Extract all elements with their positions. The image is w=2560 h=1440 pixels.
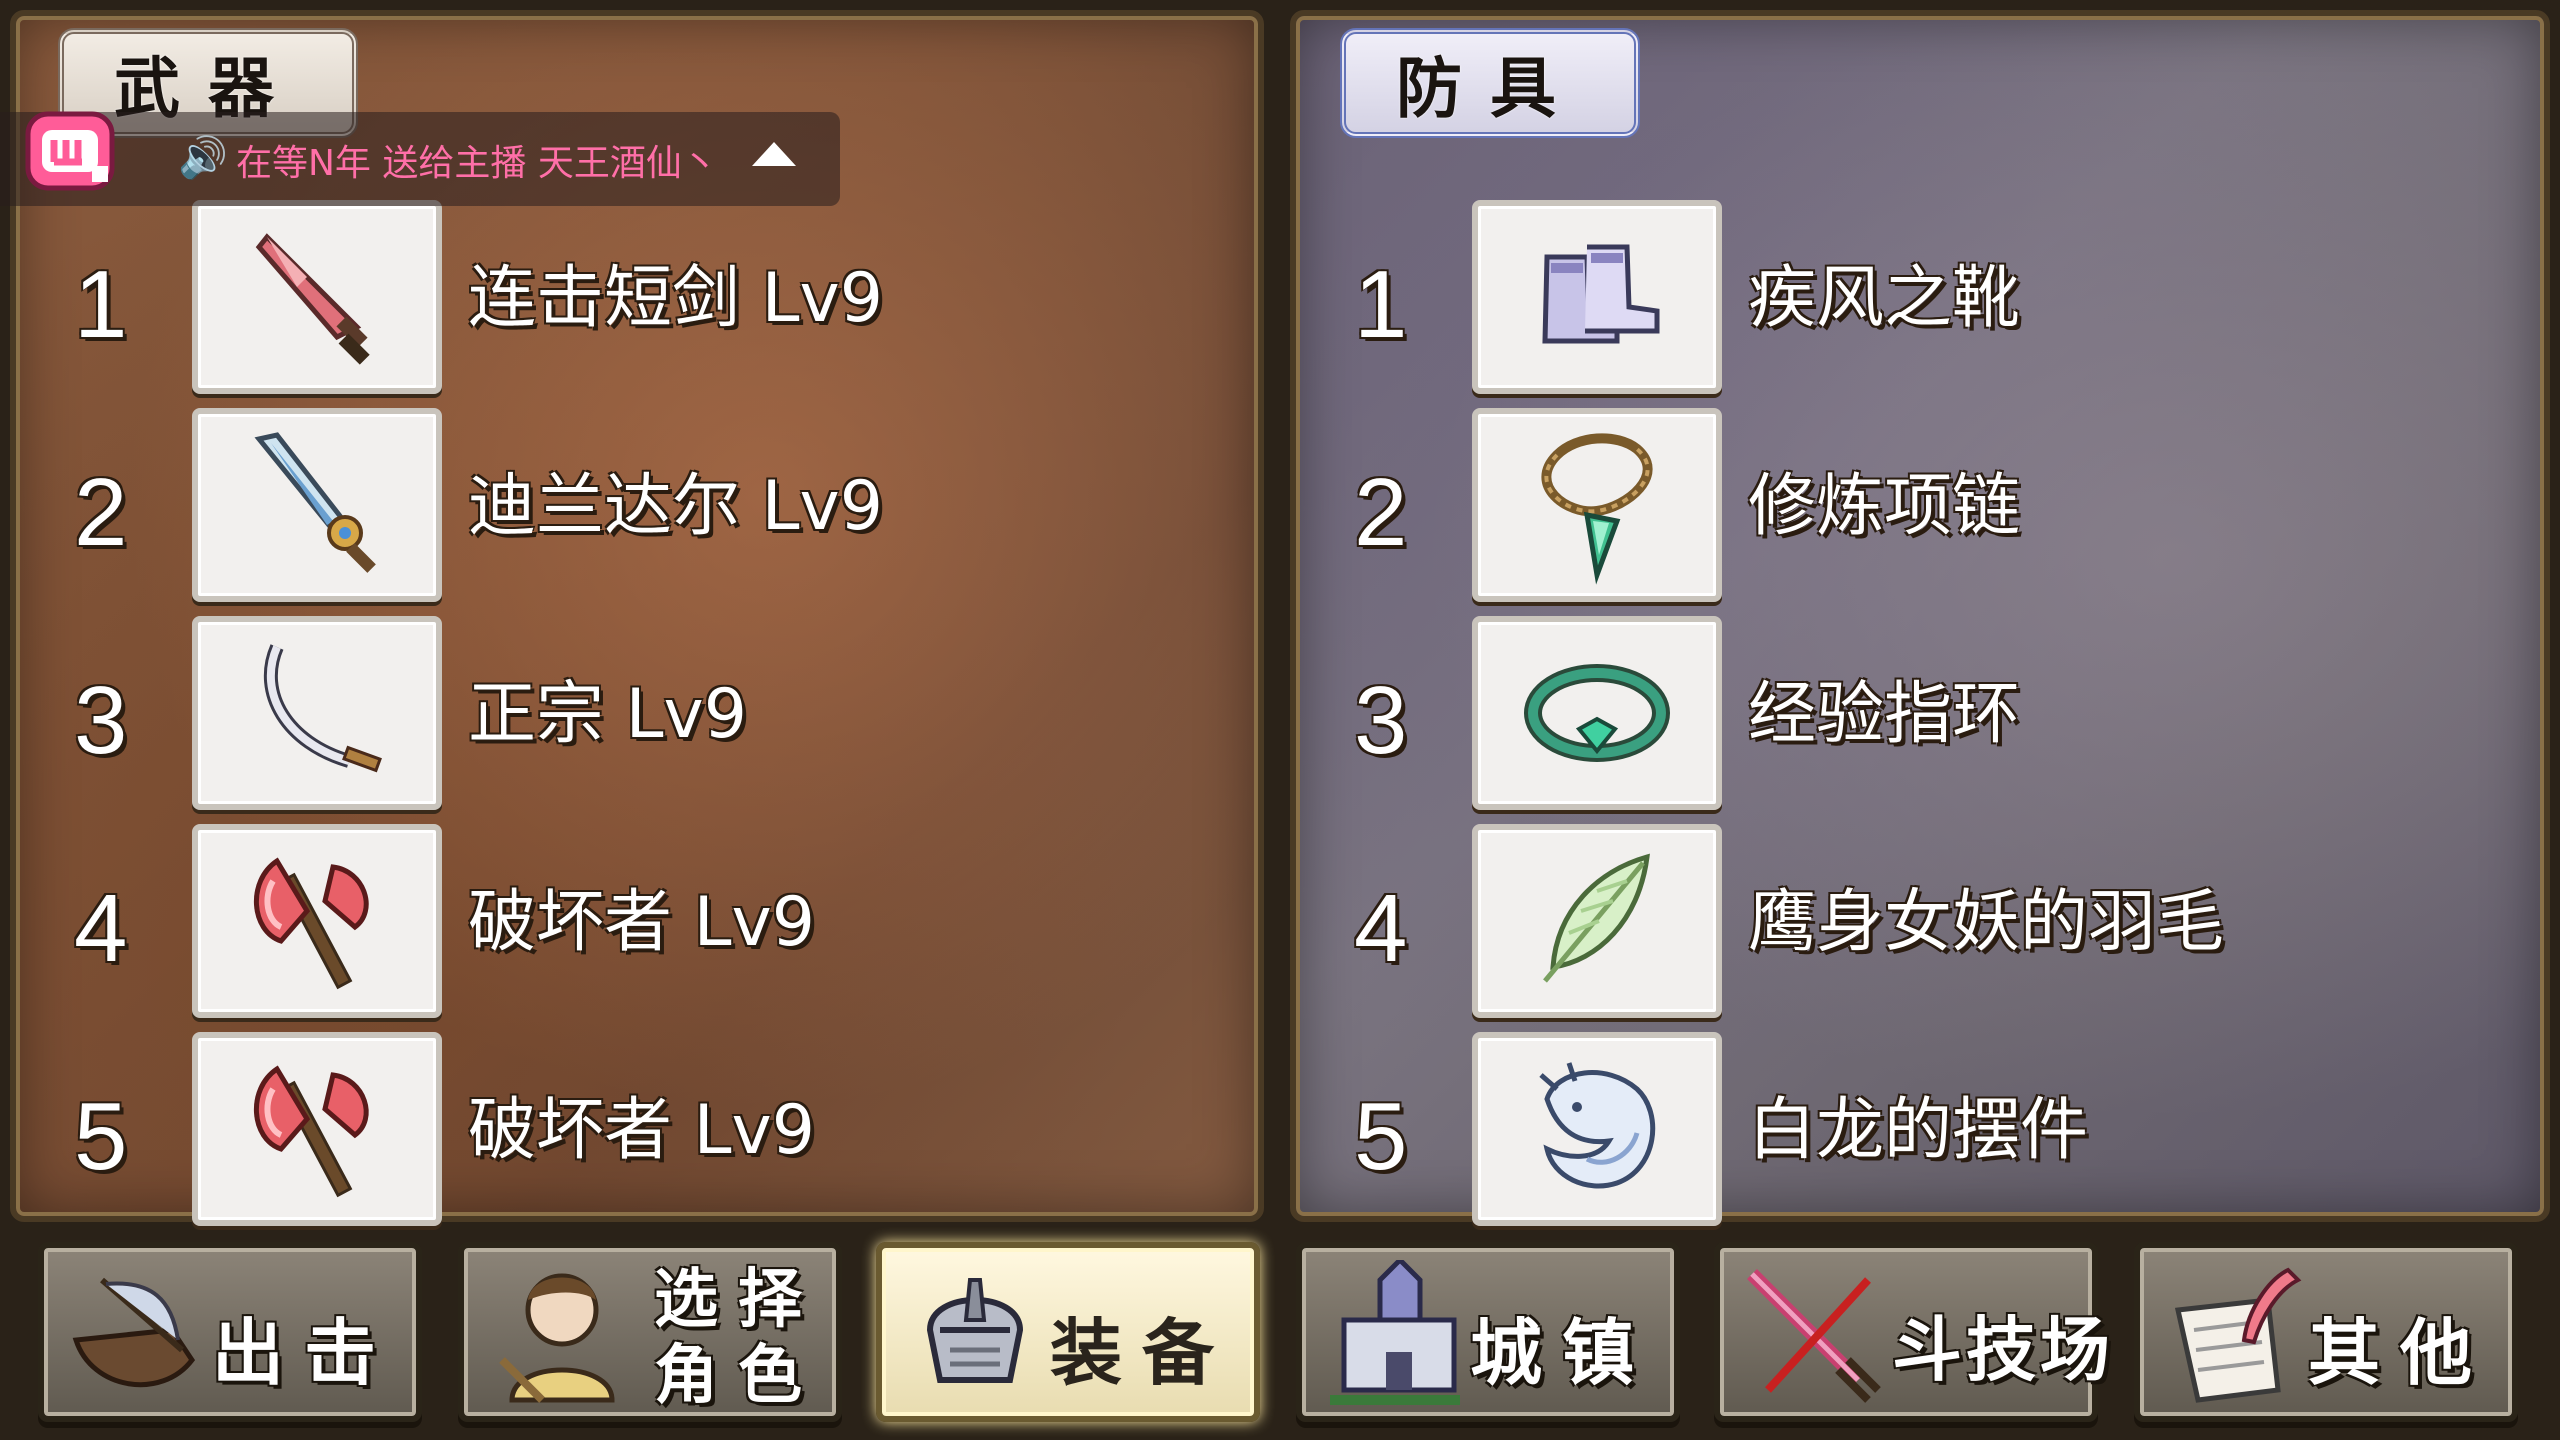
character-icon xyxy=(499,1273,615,1403)
item-name: 破坏者 Lv9 xyxy=(468,883,816,962)
collapse-arrow-icon[interactable] xyxy=(752,142,796,166)
gift-notice-bar: 🔊 在等N年 送给主播 天王酒仙丶 xyxy=(0,111,840,206)
item-slot[interactable] xyxy=(192,200,442,394)
armor-row-3[interactable]: 3 经验指环 xyxy=(1340,616,2490,816)
ship-icon xyxy=(72,1277,196,1388)
armor-helmet-icon xyxy=(926,1278,1024,1383)
item-name: 白龙的摆件 xyxy=(1748,1091,2089,1170)
ring-icon xyxy=(1524,664,1670,762)
rank-number: 2 xyxy=(74,459,128,566)
item-name: 经验指环 xyxy=(1748,675,2021,754)
weapon-row-5[interactable]: 5 破坏者 Lv9 xyxy=(60,1032,1210,1232)
item-slot[interactable] xyxy=(1472,200,1722,394)
weapon-row-4[interactable]: 4 破坏者 Lv9 xyxy=(60,824,1210,1024)
other-button[interactable]: 其他 xyxy=(2134,1242,2518,1422)
rank-number: 5 xyxy=(74,1083,128,1190)
item-name: 破坏者 Lv9 xyxy=(468,1091,816,1170)
item-slot[interactable] xyxy=(192,408,442,602)
select-character-line2: 角色 xyxy=(654,1339,822,1413)
crossed-swords-icon xyxy=(1747,1269,1881,1403)
other-label: 其他 xyxy=(2308,1311,2493,1395)
item-slot[interactable] xyxy=(192,1032,442,1226)
rank-number: 4 xyxy=(1354,875,1408,982)
armor-row-4[interactable]: 4 鹰身女妖的羽毛 xyxy=(1340,824,2490,1024)
armor-row-2[interactable]: 2 修炼项链 xyxy=(1340,408,2490,608)
katana-icon xyxy=(263,644,382,773)
speaker-icon: 🔊 xyxy=(178,135,228,181)
gift-notice-text: 在等N年 送给主播 天王酒仙丶 xyxy=(236,143,718,184)
equipment-button[interactable]: 装备 xyxy=(876,1242,1260,1422)
rank-number: 3 xyxy=(1354,667,1408,774)
boots-icon xyxy=(1542,244,1660,344)
town-label: 城镇 xyxy=(1470,1311,1655,1395)
item-slot[interactable] xyxy=(1472,824,1722,1018)
item-name: 连击短剑 Lv9 xyxy=(468,259,884,338)
item-name: 迪兰达尔 Lv9 xyxy=(468,467,884,546)
armor-row-5[interactable]: 5 白龙的摆件 xyxy=(1340,1032,2490,1232)
weapon-row-2[interactable]: 2 迪兰达尔 Lv9 xyxy=(60,408,1210,608)
dagger-icon xyxy=(255,233,370,365)
item-name: 修炼项链 xyxy=(1748,467,2021,546)
sortie-label: 出击 xyxy=(212,1311,397,1395)
select-character-button[interactable]: 选择 角色 xyxy=(458,1242,842,1422)
axe-icon xyxy=(253,857,369,990)
tv-logo-icon[interactable] xyxy=(22,100,118,196)
rank-number: 4 xyxy=(74,875,128,982)
item-slot[interactable] xyxy=(1472,408,1722,602)
weapon-row-3[interactable]: 3 正宗 Lv9 xyxy=(60,616,1210,816)
town-button[interactable]: 城镇 xyxy=(1296,1242,1680,1422)
item-slot[interactable] xyxy=(1472,1032,1722,1226)
item-name: 鹰身女妖的羽毛 xyxy=(1748,883,2225,962)
arena-button[interactable]: 斗技场 xyxy=(1714,1242,2110,1422)
arena-label: 斗技场 xyxy=(1892,1309,2114,1391)
rank-number: 2 xyxy=(1354,459,1408,566)
armor-section-title: 防具 xyxy=(1340,28,1640,138)
rank-number: 1 xyxy=(1354,251,1408,358)
rank-number: 5 xyxy=(1354,1083,1408,1190)
weapon-row-1[interactable]: 1 连击短剑 Lv9 xyxy=(60,200,1210,400)
item-name: 正宗 Lv9 xyxy=(468,675,748,754)
white-dragon-icon xyxy=(1539,1062,1656,1189)
item-name: 疾风之靴 xyxy=(1748,259,2021,338)
jeweled-sword-icon xyxy=(254,432,376,573)
sortie-button[interactable]: 出击 xyxy=(38,1242,422,1422)
item-slot[interactable] xyxy=(1472,616,1722,810)
select-character-label: 选择 角色 xyxy=(654,1262,834,1414)
armor-row-1[interactable]: 1 疾风之靴 xyxy=(1340,200,2490,400)
feather-icon xyxy=(1543,853,1650,983)
equipment-label: 装备 xyxy=(1050,1311,1235,1395)
rank-number: 1 xyxy=(74,251,128,358)
rank-number: 3 xyxy=(74,667,128,774)
axe-icon xyxy=(253,1065,369,1198)
select-character-line1: 选择 xyxy=(654,1263,822,1337)
item-slot[interactable] xyxy=(192,824,442,1018)
bottom-nav: 出击 选择 角色 装备 城镇 斗技场 其他 xyxy=(0,1232,2560,1440)
quill-scroll-icon xyxy=(2174,1267,2302,1403)
castle-icon xyxy=(1330,1260,1460,1405)
item-slot[interactable] xyxy=(192,616,442,810)
necklace-icon xyxy=(1541,433,1653,585)
